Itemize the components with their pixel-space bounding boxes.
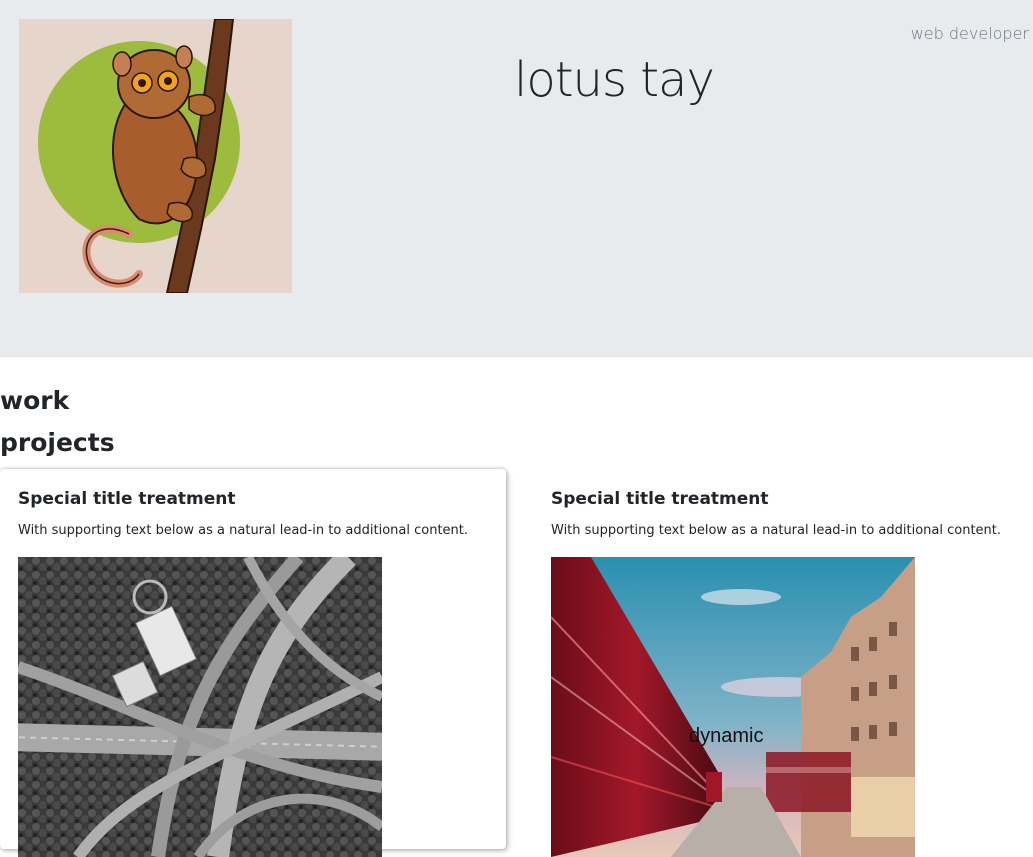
card-image[interactable] (18, 557, 382, 857)
work-heading: work (0, 386, 70, 415)
page-title: lotus tay (514, 52, 715, 109)
london-street-bus-photo-icon (551, 557, 915, 857)
card-overlay-label: dynamic (689, 725, 764, 747)
project-card[interactable]: Special title treatment With supporting … (0, 469, 506, 857)
projects-heading: projects (0, 428, 115, 457)
avatar (19, 19, 292, 293)
card-title: Special title treatment (18, 489, 236, 509)
card-image[interactable]: dynamic (551, 557, 915, 857)
role-subtitle: web developer (910, 24, 1029, 43)
highway-interchange-photo-icon (18, 557, 382, 857)
card-text: With supporting text below as a natural … (551, 523, 1002, 538)
hero-header: lotus tay web developer (0, 0, 1033, 357)
card-text: With supporting text below as a natural … (18, 523, 469, 538)
project-card[interactable]: Special title treatment With supporting … (533, 469, 1033, 857)
card-title: Special title treatment (551, 489, 769, 509)
tarsier-illustration-icon (19, 19, 292, 293)
